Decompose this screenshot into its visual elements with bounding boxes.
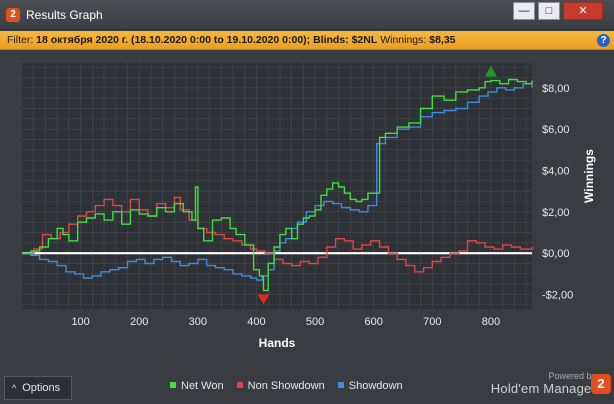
- filter-bar: Filter: 18 октября 2020 г. (18.10.2020 0…: [0, 31, 614, 50]
- legend-label-showdown: Showdown: [348, 380, 403, 392]
- filter-blinds-value: $2NL: [351, 34, 378, 46]
- x-axis-ticks: 100 200 300 400 500 600 700 800: [71, 316, 500, 328]
- legend-item-non-showdown: Non Showdown: [236, 380, 325, 392]
- x-tick-label: 300: [189, 316, 207, 328]
- legend-swatch-showdown: [337, 382, 344, 389]
- legend-swatch-net-won: [170, 382, 176, 389]
- y-tick-label: $8,00: [542, 83, 570, 95]
- y-axis-ticks: -$2,00 $0,00 $2,00 $4,00 $6,00 $8,00: [542, 83, 573, 302]
- powered-by-text: Powered by: [548, 371, 596, 381]
- y-tick-label: -$2,00: [542, 290, 573, 302]
- legend-item-net-won: Net Won: [170, 380, 224, 392]
- x-tick-label: 500: [306, 316, 324, 328]
- x-tick-label: 400: [247, 316, 265, 328]
- caret-up-icon: ^: [12, 383, 17, 393]
- legend-label-net-won: Net Won: [181, 380, 224, 392]
- help-icon[interactable]: ?: [597, 34, 610, 47]
- filter-date-range: 18 октября 2020 г. (18.10.2020 0:00 to 1…: [36, 34, 311, 46]
- close-button[interactable]: ✕: [563, 2, 603, 20]
- maximize-button[interactable]: □: [538, 2, 560, 20]
- y-tick-label: $4,00: [542, 165, 570, 177]
- app-logo-icon: 2: [6, 8, 20, 22]
- y-axis-label: Winnings: [582, 149, 596, 203]
- filter-winnings-label: Winnings:: [380, 34, 427, 46]
- window-title: Results Graph: [26, 8, 103, 22]
- x-tick-label: 700: [423, 316, 441, 328]
- options-label: Options: [22, 382, 61, 394]
- brand-logo-icon: 2: [591, 374, 611, 394]
- chart-legend: Net Won Non Showdown Showdown: [170, 380, 413, 394]
- x-tick-label: 600: [365, 316, 383, 328]
- brand: Powered by Hold'em Manager: [491, 371, 596, 396]
- filter-winnings-value: $8,35: [429, 34, 456, 46]
- x-axis-label: Hands: [259, 336, 296, 350]
- brand-name: Hold'em Manager: [490, 381, 596, 396]
- filter-prefix: Filter:: [7, 34, 34, 46]
- filter-blinds-label: Blinds:: [313, 34, 349, 46]
- filter-text: Filter: 18 октября 2020 г. (18.10.2020 0…: [7, 34, 456, 46]
- title-bar: 2 Results Graph — □ ✕: [0, 0, 614, 30]
- x-tick-label: 100: [71, 316, 89, 328]
- y-tick-label: $0,00: [542, 248, 570, 260]
- minimize-button[interactable]: —: [513, 2, 535, 20]
- y-tick-label: $6,00: [542, 124, 570, 136]
- options-button[interactable]: ^ Options: [4, 376, 72, 400]
- x-tick-label: 800: [482, 316, 500, 328]
- legend-item-showdown: Showdown: [337, 380, 403, 392]
- legend-label-non-showdown: Non Showdown: [247, 380, 325, 392]
- results-graph-chart: 100 200 300 400 500 600 700 800 -$2,00 $0,00 $2,0…: [22, 63, 596, 350]
- legend-swatch-non-showdown: [236, 382, 243, 389]
- y-tick-label: $2,00: [542, 207, 570, 219]
- x-tick-label: 200: [130, 316, 148, 328]
